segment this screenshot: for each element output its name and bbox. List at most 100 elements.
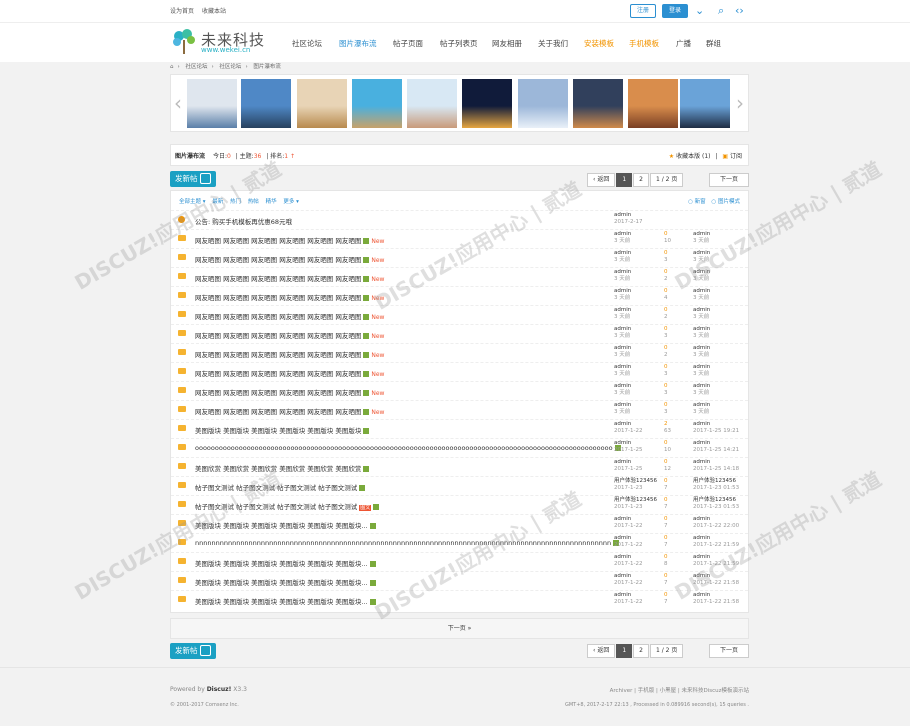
last-poster[interactable]: admin [693, 573, 710, 579]
last-post-date[interactable]: 2017-1-22 21:59 [693, 542, 739, 549]
thread-title[interactable]: 美图版块 美图版块 美图版块 美图版块 美图版块 美图版块... [195, 579, 368, 587]
next-page-button[interactable]: 下一页 [709, 173, 749, 187]
last-post-date[interactable]: 3 天前 [693, 238, 710, 245]
last-post-date[interactable]: 3 天前 [693, 257, 710, 264]
page-input[interactable]: 1 / 2 页 [649, 644, 684, 658]
thread-author[interactable]: admin [614, 288, 631, 294]
thread-title[interactable]: 网友晒图 网友晒图 网友晒图 网友晒图 网友晒图 网友晒图 [195, 408, 361, 416]
last-post-date[interactable]: 3 天前 [693, 409, 710, 416]
filter-hot[interactable]: 热门 [230, 199, 241, 205]
last-poster[interactable]: admin [693, 364, 710, 370]
login-button[interactable]: 登录 [662, 4, 688, 18]
thread-author[interactable]: admin [614, 250, 631, 256]
thread-title[interactable]: 网友晒图 网友晒图 网友晒图 网友晒图 网友晒图 网友晒图 [195, 275, 361, 283]
back-button[interactable]: ‹ 返回 [587, 173, 616, 187]
nav-item[interactable]: 图片瀑布流 [339, 38, 377, 49]
filter-digest[interactable]: 精华 [266, 199, 277, 205]
slider-thumbnail[interactable] [518, 79, 568, 128]
thread-row[interactable]: 网友晒图 网友晒图 网友晒图 网友晒图 网友晒图 网友晒图 New admin 3 天… [171, 267, 748, 286]
thread-author[interactable]: admin [614, 364, 631, 370]
last-poster[interactable]: admin [693, 402, 710, 408]
thread-author[interactable]: admin [614, 383, 631, 389]
last-post-date[interactable]: 3 天前 [693, 276, 710, 283]
last-post-date[interactable]: 2017-1-22 21:59 [693, 561, 739, 568]
last-post-date[interactable]: 2017-1-22 21:58 [693, 580, 739, 587]
thread-row[interactable]: 美图版块 美图版块 美图版块 美图版块 美图版块 美图版块 admin 2017-1… [171, 419, 748, 438]
last-post-date[interactable]: 3 天前 [693, 352, 710, 359]
nav-item[interactable]: 安装模板 [584, 38, 614, 49]
breadcrumb-item[interactable]: 社区论坛 [185, 64, 207, 70]
home-icon[interactable]: ⌂ [170, 64, 174, 70]
chevron-right-icon[interactable]: › [736, 91, 744, 115]
slider-thumbnail[interactable] [241, 79, 291, 128]
breadcrumb-item[interactable]: 社区论坛 [219, 64, 241, 70]
page-input[interactable]: 1 / 2 页 [649, 173, 684, 187]
last-poster[interactable]: admin [693, 307, 710, 313]
new-thread-button[interactable]: 发新帖 [170, 171, 216, 187]
nav-item[interactable]: 网友相册 [492, 38, 522, 49]
slider-thumbnail[interactable] [462, 79, 512, 128]
last-poster[interactable]: admin [693, 383, 710, 389]
last-poster[interactable]: admin [693, 554, 710, 560]
filter-all[interactable]: 全部主题 ▾ [179, 199, 206, 205]
nav-item[interactable]: 关于我们 [538, 38, 568, 49]
thread-title[interactable]: oooooooooooooooooooooooooooooooooooooooo… [195, 444, 613, 452]
thread-row[interactable]: 网友晒图 网友晒图 网友晒图 网友晒图 网友晒图 网友晒图 New admin 3 天… [171, 400, 748, 419]
slider-thumbnail[interactable] [680, 79, 730, 128]
last-post-date[interactable]: 2017-1-22 22:00 [693, 523, 739, 530]
reply-count[interactable]: 0 [664, 250, 668, 257]
search-icon[interactable]: ⌕ [718, 4, 724, 18]
thread-row[interactable]: 网友晒图 网友晒图 网友晒图 网友晒图 网友晒图 网友晒图 New admin 3 天… [171, 362, 748, 381]
thread-author[interactable]: admin [614, 440, 631, 446]
thread-author[interactable]: admin [614, 459, 631, 465]
last-post-date[interactable]: 2017-1-25 14:18 [693, 466, 739, 473]
reply-count[interactable]: 0 [664, 516, 668, 523]
announcement-row[interactable]: 公告: 购买手机模板再优惠68元哦 admin 2017-2-17 [171, 210, 748, 229]
last-poster[interactable]: admin [693, 288, 710, 294]
code-icon[interactable]: ‹› [735, 4, 744, 18]
last-poster[interactable]: admin [693, 440, 710, 446]
reply-count[interactable]: 2 [664, 421, 671, 428]
last-poster[interactable]: 用户体验123456 [693, 478, 736, 484]
register-button[interactable]: 注册 [630, 4, 656, 18]
breadcrumb-item[interactable]: 图片瀑布流 [253, 64, 281, 70]
thread-title[interactable]: 网友晒图 网友晒图 网友晒图 网友晒图 网友晒图 网友晒图 [195, 370, 361, 378]
reply-count[interactable]: 0 [664, 345, 668, 352]
thread-row[interactable]: 美图版块 美图版块 美图版块 美图版块 美图版块 美图版块... admin 201… [171, 590, 748, 609]
thread-row[interactable]: oooooooooooooooooooooooooooooooooooooooo… [171, 438, 748, 457]
filter-hot-posts[interactable]: 热帖 [248, 199, 259, 205]
reply-count[interactable]: 0 [664, 307, 668, 314]
thread-title[interactable]: 网友晒图 网友晒图 网友晒图 网友晒图 网友晒图 网友晒图 [195, 256, 361, 264]
last-poster[interactable]: admin [693, 250, 710, 256]
nav-item[interactable]: 广播 [676, 38, 691, 49]
thread-title[interactable]: 帖子图文测试 帖子图文测试 帖子图文测试 帖子图文测试 [195, 503, 357, 511]
last-post-date[interactable]: 2017-1-22 21:58 [693, 599, 739, 606]
nav-item[interactable]: 群组 [706, 38, 721, 49]
last-post-date[interactable]: 2017-1-23 01:53 [693, 504, 739, 511]
chevron-down-icon[interactable]: ⌄ [695, 4, 704, 18]
last-post-date[interactable]: 3 天前 [693, 295, 710, 302]
last-post-date[interactable]: 2017-1-25 19:21 [693, 428, 739, 435]
last-poster[interactable]: admin [693, 421, 710, 427]
slider-thumbnail[interactable] [297, 79, 347, 128]
thread-title[interactable]: 网友晒图 网友晒图 网友晒图 网友晒图 网友晒图 网友晒图 [195, 237, 361, 245]
new-window-checkbox[interactable]: ○ 新窗 [688, 199, 706, 205]
reply-count[interactable]: 0 [664, 535, 668, 542]
thread-author[interactable]: admin [614, 516, 631, 522]
last-post-date[interactable]: 3 天前 [693, 371, 710, 378]
thread-author[interactable]: admin [614, 345, 631, 351]
thread-row[interactable]: 美图版块 美图版块 美图版块 美图版块 美图版块 美图版块... admin 201… [171, 571, 748, 590]
slider-thumbnail[interactable] [573, 79, 623, 128]
thread-author[interactable]: admin [614, 326, 631, 332]
thread-author[interactable]: admin [614, 592, 631, 598]
reply-count[interactable]: 0 [664, 364, 668, 371]
slider-thumbnail[interactable] [407, 79, 457, 128]
last-post-date[interactable]: 3 天前 [693, 333, 710, 340]
thread-author[interactable]: admin [614, 307, 631, 313]
reply-count[interactable]: 0 [664, 459, 671, 466]
thread-title[interactable]: 帖子图文测试 帖子图文测试 帖子图文测试 帖子图文测试 [195, 484, 357, 492]
thread-row[interactable]: 网友晒图 网友晒图 网友晒图 网友晒图 网友晒图 网友晒图 New admin 3 天… [171, 229, 748, 248]
thread-author[interactable]: 用户体验123456 [614, 497, 657, 503]
bookmark-link[interactable]: 收藏本站 [202, 8, 226, 15]
subscribe-link[interactable]: 订阅 [730, 153, 742, 160]
